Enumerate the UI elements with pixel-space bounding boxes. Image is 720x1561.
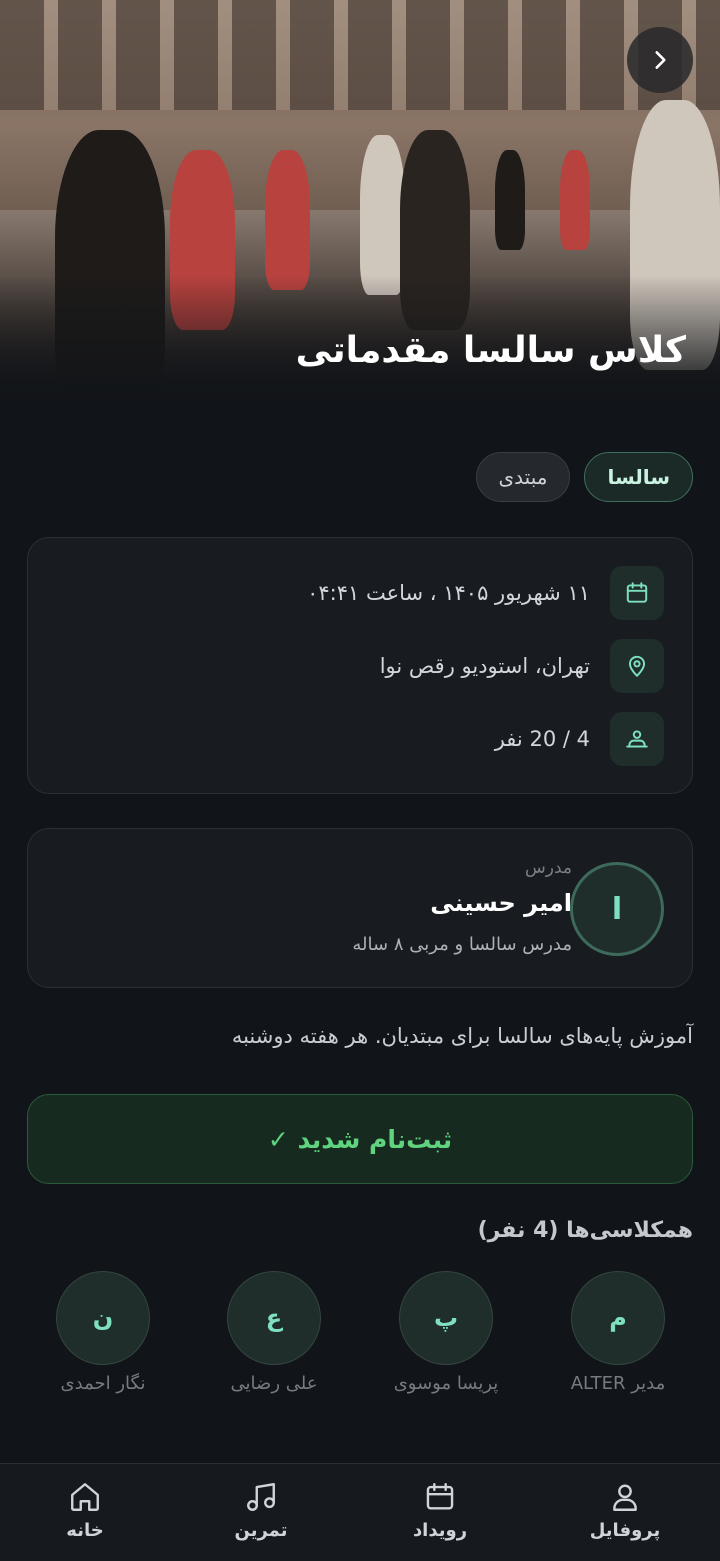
avatar: م xyxy=(571,1271,665,1365)
class-datetime: ۱۱ شهریور ۱۴۰۵ ، ساعت ۰۴:۴۱ xyxy=(307,581,590,605)
classmate-item[interactable]: ع علی رضایی xyxy=(199,1271,349,1394)
home-icon xyxy=(71,1483,99,1511)
nav-label-event: رویداد xyxy=(412,1520,468,1541)
nav-item-practice[interactable]: تمرین xyxy=(201,1480,321,1541)
tag-beginner[interactable]: مبتدی xyxy=(475,452,571,502)
bottom-nav: پروفایل رویداد تمرین خانه xyxy=(0,1463,720,1561)
music-note-icon xyxy=(247,1483,275,1511)
location-pin-icon xyxy=(610,639,664,693)
people-icon xyxy=(610,712,664,766)
class-description: آموزش پایه‌های سالسا برای مبتدیان. هر هف… xyxy=(231,1024,693,1048)
dancer-silhouette xyxy=(495,150,525,250)
teacher-name: امیر حسینی xyxy=(430,889,572,917)
classmate-item[interactable]: پ پریسا موسوی xyxy=(371,1271,521,1394)
dancer-silhouette xyxy=(560,150,590,250)
info-row-location: تهران، استودیو رقص نوا xyxy=(380,639,664,693)
class-capacity: 4 / 20 نفر xyxy=(494,727,590,751)
user-icon xyxy=(613,1484,637,1511)
nav-label-practice: تمرین xyxy=(234,1520,288,1541)
nav-label-profile: پروفایل xyxy=(589,1520,661,1541)
classmate-name: پریسا موسوی xyxy=(393,1373,499,1394)
teacher-bio: مدرس سالسا و مربی ۸ ساله xyxy=(352,934,572,955)
page-title: کلاس سالسا مقدماتی xyxy=(295,330,686,371)
dancer-silhouette xyxy=(265,150,310,290)
classmate-item[interactable]: ن نگار احمدی xyxy=(28,1271,178,1394)
nav-item-profile[interactable]: پروفایل xyxy=(565,1480,685,1541)
info-row-capacity: 4 / 20 نفر xyxy=(495,712,664,766)
classmate-name: مدیر ALTER xyxy=(570,1373,666,1394)
classmate-name: نگار احمدی xyxy=(60,1373,146,1394)
info-row-datetime: ۱۱ شهریور ۱۴۰۵ ، ساعت ۰۴:۴۱ xyxy=(307,566,664,620)
avatar: ع xyxy=(227,1271,321,1365)
calendar-icon xyxy=(610,566,664,620)
avatar: پ xyxy=(399,1271,493,1365)
tag-salsa[interactable]: سالسا xyxy=(584,452,693,502)
classmates-title: همکلاسی‌ها (4 نفر) xyxy=(477,1218,693,1243)
teacher-avatar: ا xyxy=(570,862,664,956)
classmate-item[interactable]: م مدیر ALTER xyxy=(543,1271,693,1394)
registered-button[interactable]: ثبت‌نام شدید ✓ xyxy=(27,1094,693,1184)
nav-item-event[interactable]: رویداد xyxy=(380,1480,500,1541)
avatar: ن xyxy=(56,1271,150,1365)
tag-list: سالسا مبتدی xyxy=(475,452,693,502)
back-button[interactable] xyxy=(627,27,693,93)
nav-item-home[interactable]: خانه xyxy=(25,1480,145,1541)
teacher-card[interactable]: ا xyxy=(27,828,693,988)
hero-ceiling xyxy=(0,0,720,110)
classmate-name: علی رضایی xyxy=(230,1373,318,1394)
calendar-icon xyxy=(426,1483,454,1510)
class-info-card: ۱۱ شهریور ۱۴۰۵ ، ساعت ۰۴:۴۱ تهران، استود… xyxy=(27,537,693,794)
chevron-right-icon xyxy=(655,51,666,69)
class-location: تهران، استودیو رقص نوا xyxy=(379,654,590,678)
teacher-role: مدرس xyxy=(525,858,572,878)
nav-label-home: خانه xyxy=(66,1520,104,1541)
dancer-silhouette xyxy=(360,135,405,295)
